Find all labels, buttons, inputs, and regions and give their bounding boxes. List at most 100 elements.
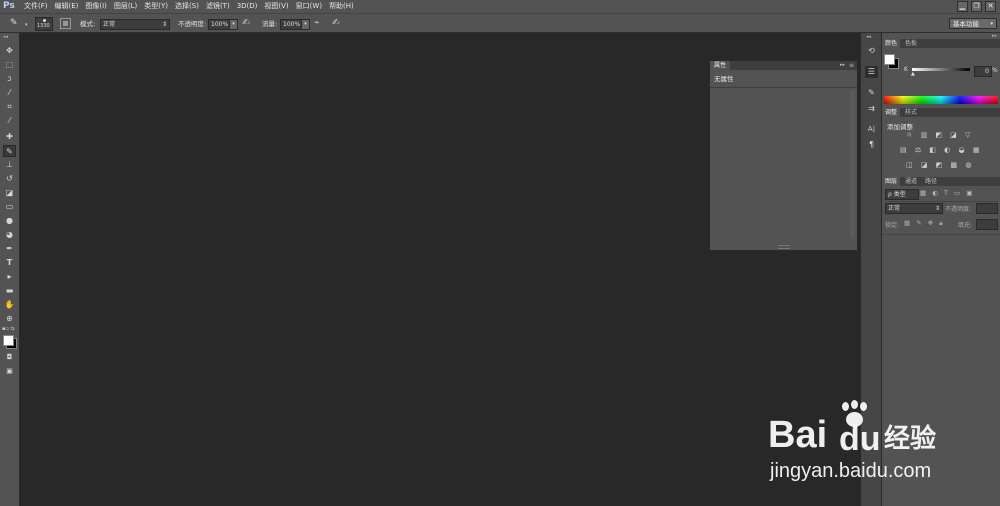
brush-panel-toggle-icon[interactable] (60, 18, 71, 29)
color-panel-tabs: 颜色 色板 (882, 39, 1000, 48)
pressure-opacity-icon[interactable]: ✍ (242, 18, 250, 28)
tab-swatches[interactable]: 色板 (902, 39, 920, 48)
airbrush-icon[interactable]: ⌁ (314, 18, 319, 28)
collapse-panel-icon[interactable]: ▸▸ (840, 61, 845, 70)
layer-filter-select[interactable]: ρ 类型 (885, 189, 919, 200)
opacity-dropdown-button[interactable]: ▾ (229, 19, 238, 30)
app-logo: Ps (3, 1, 15, 11)
default-colors-icon[interactable]: ▪▫ ⇆ (2, 326, 15, 332)
restore-button[interactable]: ❐ (971, 1, 982, 12)
history-brush-tool-icon[interactable]: ↺ (3, 173, 16, 185)
k-channel-label: K (904, 66, 908, 73)
pressure-size-icon[interactable]: ✍ (332, 18, 340, 28)
lock-label: 锁定: (885, 222, 900, 229)
layers-panel-tabs: 图层 通道 路径 (882, 177, 1000, 186)
brush-picker[interactable]: 1330 (35, 17, 53, 31)
quick-select-tool-icon[interactable]: ⁄ (3, 87, 16, 99)
collapse-arrows-icon[interactable]: ◂◂ (3, 34, 8, 40)
close-button[interactable]: ✕ (985, 1, 996, 12)
pen-tool-icon[interactable]: ✒ (3, 243, 16, 255)
resize-grip-icon[interactable] (778, 245, 790, 249)
tab-channels[interactable]: 通道 (902, 177, 920, 186)
layer-opacity-input[interactable] (976, 203, 998, 214)
tab-adjustments[interactable]: 调整 (882, 108, 901, 117)
paragraph-panel-icon[interactable]: ¶ (865, 139, 878, 151)
crop-tool-icon[interactable]: ⌗ (3, 101, 16, 113)
quick-mask-icon[interactable]: ◘ (3, 351, 16, 363)
tab-paths[interactable]: 路径 (922, 177, 940, 186)
chevron-down-icon[interactable]: ▾ (25, 22, 28, 28)
zoom-tool-icon[interactable]: ⊕ (3, 313, 16, 325)
panel-menu-icon[interactable]: ≡ (849, 61, 854, 70)
menu-list: 文件(F) 编辑(E) 图像(I) 图层(L) 类型(Y) 选择(S) 滤镜(T… (24, 0, 361, 13)
brush-tool-preset-icon[interactable]: ✎ (10, 18, 24, 29)
foreground-color-swatch[interactable] (3, 335, 14, 346)
foreground-color-swatch[interactable] (884, 54, 895, 65)
brush-tool-icon[interactable]: ✎ (3, 145, 16, 157)
tab-layers[interactable]: 图层 (882, 177, 901, 186)
blur-tool-icon[interactable]: ● (3, 215, 16, 227)
adjustment-icons-row-1[interactable]: ☼ ▥ ◩ ◪ ▽ (906, 131, 973, 139)
mode-select[interactable]: 正常 ⇕ (100, 19, 170, 30)
adjustment-icons-row-3[interactable]: ◫ ◪ ◩ ▩ ◍ (906, 161, 974, 169)
menu-edit[interactable]: 编辑(E) (55, 0, 79, 13)
marquee-tool-icon[interactable]: ⬚ (3, 59, 16, 71)
layer-filter-icons[interactable]: ▦ ◐ T ▭ ▣ (920, 189, 974, 197)
menu-file[interactable]: 文件(F) (24, 0, 48, 13)
tab-color[interactable]: 颜色 (882, 39, 901, 48)
flow-dropdown-button[interactable]: ▾ (301, 19, 310, 30)
color-spectrum-ramp[interactable] (884, 96, 998, 104)
menu-layer[interactable]: 图层(L) (114, 0, 137, 13)
move-tool-icon[interactable]: ✥ (3, 45, 16, 57)
history-panel-icon[interactable]: ⟲ (865, 45, 878, 57)
clone-stamp-tool-icon[interactable]: ⊥ (3, 159, 16, 171)
path-selection-tool-icon[interactable]: ▸ (3, 271, 16, 283)
layer-blend-mode-select[interactable]: 正常 ⇕ (885, 203, 943, 214)
rectangle-tool-icon[interactable]: ▬ (3, 285, 16, 297)
slider-thumb-icon[interactable]: ▲ (911, 71, 915, 77)
menu-window[interactable]: 窗口(W) (296, 0, 322, 13)
brush-panel-icon[interactable]: ✎ (865, 87, 878, 99)
character-panel-icon[interactable]: A| (865, 123, 878, 135)
k-slider-track[interactable] (912, 68, 970, 71)
menu-filter[interactable]: 滤镜(T) (206, 0, 230, 13)
tab-styles[interactable]: 样式 (902, 108, 920, 117)
menu-type[interactable]: 类型(Y) (144, 0, 168, 13)
menu-view[interactable]: 视图(V) (264, 0, 288, 13)
lock-icons[interactable]: ▦ ✎ ✥ 🔒︎ (904, 219, 945, 228)
screen-mode-icon[interactable]: ▣ (3, 365, 16, 377)
hand-tool-icon[interactable]: ✋ (3, 299, 16, 311)
properties-scrollbar[interactable] (850, 90, 855, 237)
percent-label: % (992, 67, 998, 74)
properties-panel-icon[interactable]: ☰ (865, 66, 878, 78)
eraser-tool-icon[interactable]: ◪ (3, 187, 16, 199)
watermark-brand: Bai (768, 414, 828, 456)
brush-size-value: 1330 (37, 23, 50, 29)
k-value-input[interactable]: 0 (974, 66, 992, 77)
adjustments-panel-tabs: 调整 样式 (882, 108, 1000, 117)
watermark-url: jingyan.baidu.com (770, 460, 932, 482)
fill-label: 填充: (958, 222, 973, 229)
mode-value: 正常 (103, 21, 116, 28)
menu-help[interactable]: 帮助(H) (329, 0, 354, 13)
gradient-tool-icon[interactable]: ▭ (3, 201, 16, 213)
workspace-switcher[interactable]: 基本功能 ▾ (949, 18, 997, 29)
chevron-down-icon: ▾ (990, 21, 993, 27)
fill-input[interactable] (976, 219, 998, 230)
menu-select[interactable]: 选择(S) (175, 0, 199, 13)
menu-image[interactable]: 图像(I) (85, 0, 107, 13)
divider (710, 87, 857, 88)
layer-blend-mode-value: 正常 (888, 205, 901, 212)
divider (885, 201, 997, 202)
tab-properties[interactable]: 属性 (710, 61, 731, 70)
brush-presets-panel-icon[interactable]: ⇉ (865, 103, 878, 115)
healing-brush-tool-icon[interactable]: ✚ (3, 131, 16, 143)
dodge-tool-icon[interactable]: ◕ (3, 229, 16, 241)
lasso-tool-icon[interactable]: ↄ (3, 73, 16, 85)
eyedropper-tool-icon[interactable]: ⁄ (3, 115, 16, 127)
collapse-arrows-icon[interactable]: ◂◂ (866, 34, 871, 40)
type-tool-icon[interactable]: T (3, 257, 16, 269)
menu-3d[interactable]: 3D(D) (237, 0, 258, 13)
adjustment-icons-row-2[interactable]: ▤ ⚖ ◧ ◐ ◒ ▦ (900, 146, 982, 154)
minimize-button[interactable]: ▁ (957, 1, 968, 12)
